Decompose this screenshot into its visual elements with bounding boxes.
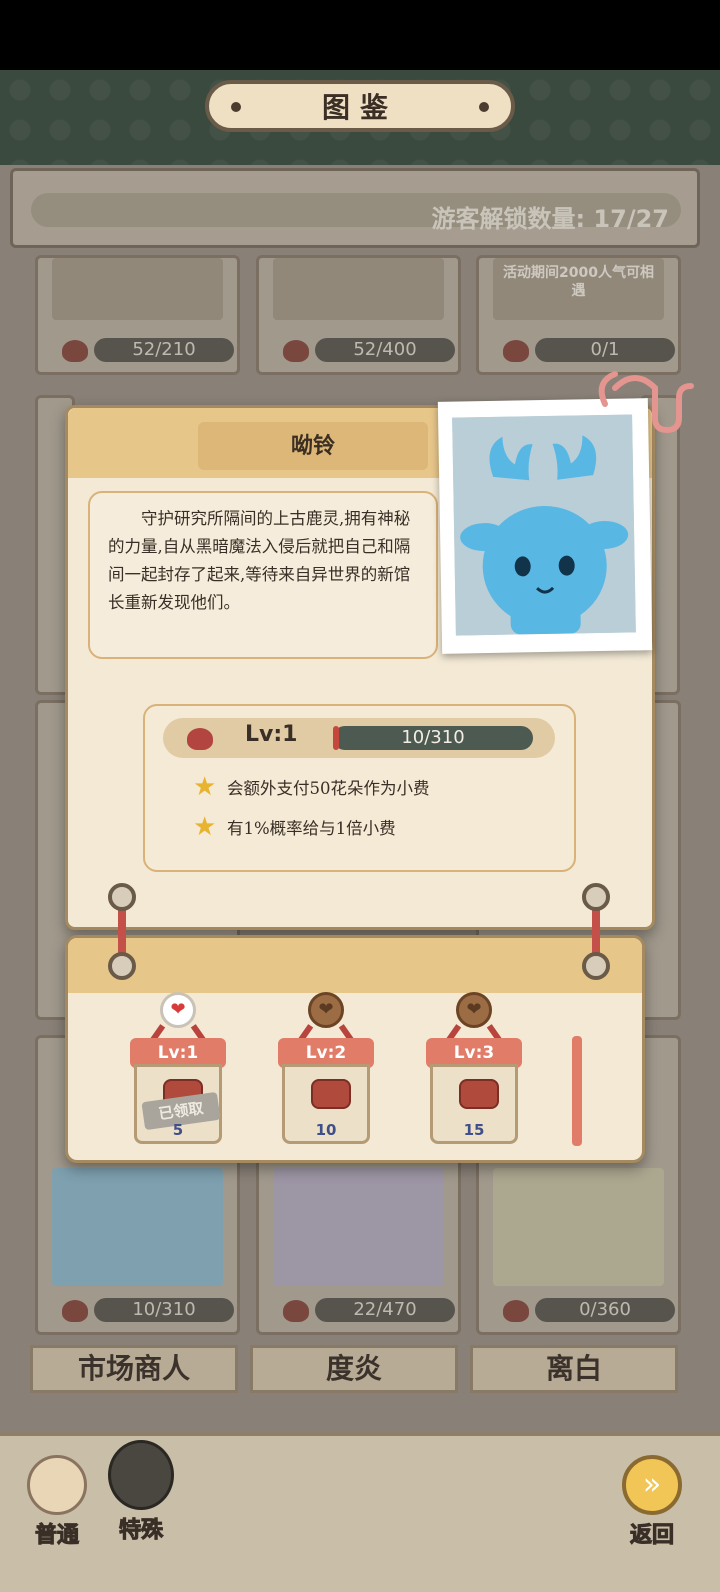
star-icon: ★ [193,772,217,802]
perk-item: ★ 有1%概率给与1倍小费 [193,814,396,840]
reward-slot-lv3[interactable]: ❤ Lv:3 15 [426,992,522,1146]
heart-icon [187,728,213,750]
level-label: Lv:1 [245,722,298,747]
normal-visitors-button[interactable]: 普通 [20,1455,94,1549]
reward-slot-lv2[interactable]: ❤ Lv:2 10 [278,992,374,1146]
ring-icon [582,883,610,911]
normal-visitor-icon [27,1455,87,1515]
ring-icon [108,952,136,980]
visitor-description: 守护研究所隔间的上古鹿灵,拥有神秘的力量,自从黑暗魔法入侵后就把自己和隔间一起封… [88,491,438,659]
special-visitors-button[interactable]: 特殊 [102,1440,180,1544]
star-icon: ★ [193,812,217,842]
perk-text: 有1%概率给与1倍小费 [227,819,396,838]
reward-amount: 15 [463,1121,485,1139]
return-icon: » [622,1455,682,1515]
level-row: Lv:1 10/310 [163,718,555,758]
ring-icon [582,952,610,980]
title-banner: 图鉴 [205,80,515,132]
reward-slot-lv1[interactable]: ❤ Lv:1 已领取 5 [130,992,226,1146]
paperclip-icon [598,371,694,434]
reward-body: 15 [430,1064,518,1144]
reward-body: 10 [282,1064,370,1144]
wood-log-icon [459,1079,499,1109]
status-bar-area [0,0,720,70]
affection-progress-bar: 10/310 [333,726,533,750]
heart-icon: ❤ [160,992,196,1028]
affection-progress-fill [333,726,340,750]
reward-slot-partial[interactable] [572,1036,582,1146]
title-dot-left [231,102,241,112]
heart-icon: ❤ [456,992,492,1028]
heart-icon: ❤ [308,992,344,1028]
title-dot-right [479,102,489,112]
wood-log-icon [311,1079,351,1109]
ring-icon [108,883,136,911]
nav-label: 特殊 [118,1517,163,1544]
page-title: 图鉴 [321,91,398,124]
reward-body: 已领取 5 [134,1064,222,1144]
affection-progress-text: 10/310 [401,727,465,748]
nav-label: 普通 [34,1522,79,1549]
return-button[interactable]: » 返回 [615,1455,689,1549]
collection-screen: 图鉴 游客解锁数量: 17/27 52/210 52/400 活动期间2000人… [0,0,720,1592]
rewards-top-strip [68,938,642,993]
perk-text: 会额外支付50花朵作为小费 [227,779,430,798]
nav-label: 返回 [629,1522,674,1549]
level-panel: Lv:1 10/310 ★ 会额外支付50花朵作为小费 ★ 有1%概率给与1倍小… [143,704,576,872]
special-visitor-icon [108,1440,174,1510]
reward-amount: 10 [315,1121,337,1139]
perk-item: ★ 会额外支付50花朵作为小费 [193,774,430,800]
reward-amount: 5 [172,1121,184,1139]
visitor-name: 呦铃 [198,422,428,470]
